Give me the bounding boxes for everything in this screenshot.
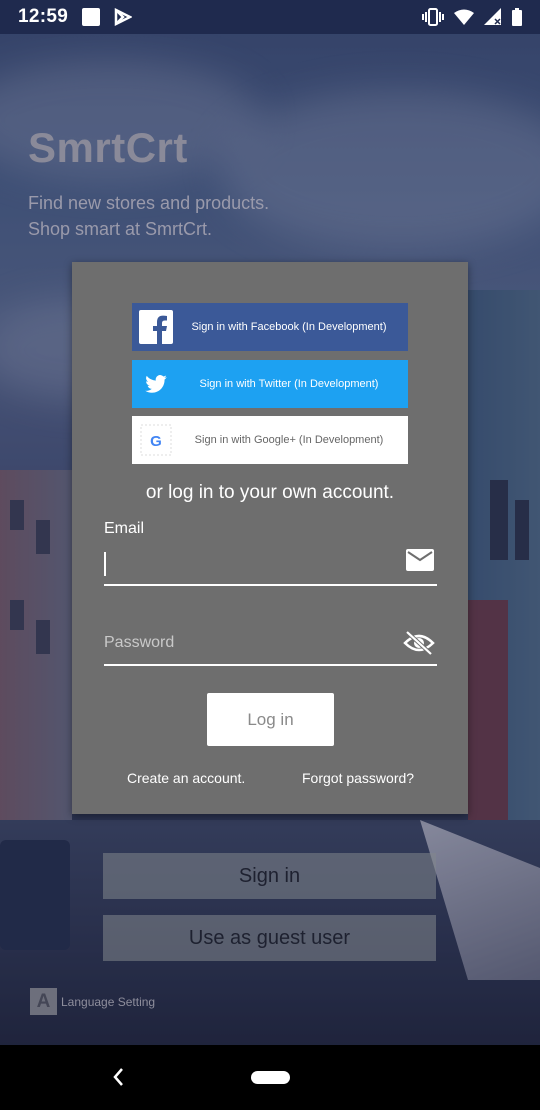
status-time: 12:59	[18, 6, 69, 27]
envelope-icon	[406, 549, 434, 571]
forgot-password-link[interactable]: Forgot password?	[302, 770, 414, 786]
notification-square-icon	[82, 8, 101, 26]
or-login-text: or log in to your own account.	[145, 482, 395, 503]
twitter-icon	[132, 360, 180, 408]
facebook-icon	[132, 303, 180, 351]
wifi-icon	[454, 9, 474, 25]
svg-text:G: G	[150, 433, 162, 450]
tagline-line-2: Shop smart at SmrtCrt.	[28, 219, 213, 239]
twitter-sign-in-label: Sign in with Twitter (In Development)	[199, 378, 379, 390]
google-icon: G	[132, 416, 180, 464]
log-in-button[interactable]: Log in	[207, 693, 334, 746]
facebook-sign-in-button[interactable]: Sign in with Facebook (In Development)	[132, 303, 408, 351]
language-setting-label: Language Setting	[61, 994, 156, 1009]
email-field[interactable]	[104, 542, 437, 586]
twitter-sign-in-button[interactable]: Sign in with Twitter (In Development)	[132, 360, 408, 408]
eye-off-icon[interactable]	[403, 630, 435, 656]
home-pill-button[interactable]	[251, 1071, 290, 1084]
navigation-bar	[0, 1045, 540, 1110]
status-bar: 12:59	[0, 0, 540, 34]
play-store-icon	[114, 8, 133, 26]
facebook-sign-in-label: Sign in with Facebook (In Development)	[191, 321, 387, 333]
login-dialog: Sign in with Facebook (In Development) S…	[72, 262, 468, 814]
password-field[interactable]: Password	[104, 622, 437, 666]
app-name: SmrtCrt	[28, 124, 188, 171]
battery-icon	[512, 8, 522, 26]
signal-icon	[484, 8, 501, 25]
back-icon[interactable]	[110, 1065, 126, 1089]
app-tagline: Find new stores and products. Shop smart…	[28, 190, 269, 242]
text-cursor	[104, 552, 106, 576]
sign-in-button[interactable]: Sign in	[103, 853, 436, 899]
google-sign-in-button[interactable]: G Sign in with Google+ (In Development)	[132, 416, 408, 464]
tagline-line-1: Find new stores and products.	[28, 193, 270, 213]
vibrate-icon	[422, 8, 444, 26]
guest-user-button[interactable]: Use as guest user	[103, 915, 436, 961]
create-account-link[interactable]: Create an account.	[127, 770, 245, 786]
password-placeholder: Password	[104, 634, 175, 651]
email-label: Email	[104, 520, 145, 537]
language-setting-button[interactable]: A Language Setting	[30, 988, 155, 1015]
google-sign-in-label: Sign in with Google+ (In Development)	[194, 434, 384, 446]
language-icon: A	[30, 988, 57, 1015]
